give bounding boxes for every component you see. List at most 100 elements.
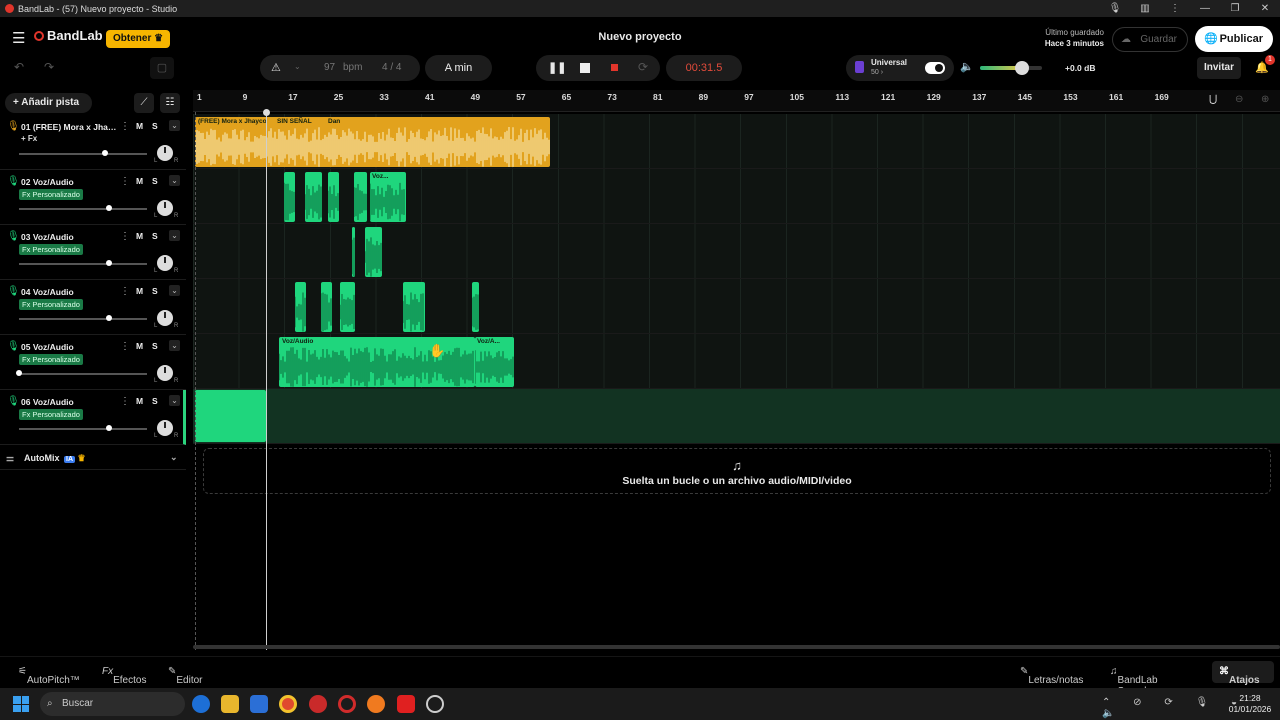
track-lane[interactable] — [193, 279, 1280, 334]
timeline-ruler[interactable]: 1 9 17 25 33 41 49 57 65 73 81 89 97 105 113 121 129 137 1… — [193, 90, 1280, 112]
track-name[interactable]: 02 Voz/Audio — [21, 177, 117, 187]
track-name[interactable]: 06 Voz/Audio — [21, 397, 117, 407]
bandlab-taskbar-icon[interactable] — [309, 695, 327, 713]
solo-button[interactable]: S — [152, 121, 158, 131]
audio-clip[interactable] — [365, 227, 382, 277]
chevron-down-icon[interactable]: ⌄ — [294, 62, 301, 71]
shortcuts-button[interactable]: ⌘ Atajos — [1212, 661, 1274, 686]
track-menu-icon[interactable]: ⋮ — [120, 121, 130, 132]
audio-clip[interactable]: Voz/A... — [475, 337, 514, 387]
track-lane[interactable]: Voz... — [193, 169, 1280, 224]
editor-button[interactable]: ✎ Editor — [168, 666, 203, 686]
audio-clip[interactable] — [328, 172, 339, 222]
solo-button[interactable]: S — [152, 231, 158, 241]
maximize-button[interactable]: ❐ — [1220, 3, 1250, 14]
effects-button[interactable]: Fx Efectos — [102, 666, 146, 686]
track-volume-slider[interactable] — [19, 425, 147, 431]
track-menu-icon[interactable]: ⋮ — [120, 341, 130, 352]
pan-knob[interactable] — [157, 310, 173, 326]
track-volume-slider[interactable] — [19, 260, 147, 266]
menu-icon[interactable]: ☰ — [12, 29, 25, 47]
fx-button[interactable]: Fx Personalizado — [19, 409, 83, 420]
fx-button[interactable]: + Fx — [21, 134, 37, 143]
track-lane[interactable] — [193, 389, 1280, 444]
mic-icon[interactable]: 🎙 — [7, 341, 20, 352]
audio-clip[interactable] — [354, 172, 367, 222]
track-volume-slider[interactable] — [19, 315, 147, 321]
track-name[interactable]: 04 Voz/Audio — [21, 287, 117, 297]
solo-button[interactable]: S — [152, 176, 158, 186]
chevron-down-icon[interactable]: ⌄ — [169, 340, 180, 351]
playhead-handle[interactable] — [263, 109, 270, 116]
track-volume-slider[interactable] — [19, 205, 147, 211]
key-selector[interactable]: A min — [425, 55, 492, 81]
solo-button[interactable]: S — [152, 396, 158, 406]
volume-knob[interactable] — [106, 315, 112, 321]
loop-icon[interactable]: ⟳ — [638, 60, 648, 74]
audio-clip[interactable] — [284, 172, 295, 222]
chevron-down-icon[interactable]: ⌄ — [169, 395, 180, 406]
volume-knob[interactable] — [16, 370, 22, 376]
mic-icon[interactable]: 🎙 — [7, 231, 20, 242]
track-lane[interactable]: Voz/Audio Voz/A... — [193, 334, 1280, 389]
firefox-icon[interactable] — [367, 695, 385, 713]
automix-row[interactable]: ⚌ AutoMix IA ♛ ⌄ — [0, 448, 186, 470]
track-menu-icon[interactable]: ⋮ — [120, 396, 130, 407]
track-header[interactable]: 🎙 03 Voz/Audio ⋮ M S ⌄ Fx Personalizado … — [0, 225, 186, 280]
mute-button[interactable]: M — [136, 231, 143, 241]
youtube-icon[interactable] — [397, 695, 415, 713]
horizontal-scrollbar[interactable] — [193, 645, 1280, 649]
speaker-icon[interactable]: 🔈 — [960, 60, 974, 73]
track-menu-icon[interactable]: ⋮ — [120, 231, 130, 242]
file-explorer-icon[interactable] — [221, 695, 239, 713]
track-menu-icon[interactable]: ⋮ — [120, 176, 130, 187]
mute-button[interactable]: M — [136, 286, 143, 296]
track-name[interactable]: 05 Voz/Audio — [21, 342, 117, 352]
chevron-down-icon[interactable]: ⌄ — [169, 285, 180, 296]
audio-clip[interactable]: (FREE) Mora x Jhayco SIN SEÑAL Dan — [195, 117, 550, 167]
playhead[interactable] — [266, 112, 267, 650]
invite-button[interactable]: Invitar — [1197, 57, 1241, 79]
zoom-out-icon[interactable]: ⊖ — [1235, 94, 1243, 105]
universal-label[interactable]: Universal — [871, 58, 907, 67]
audio-clip[interactable] — [321, 282, 332, 332]
arrangement-view[interactable]: 1 9 17 25 33 41 49 57 65 73 81 89 97 105 113 121 129 137 1… — [193, 90, 1280, 650]
undo-icon[interactable]: ↶ — [14, 60, 24, 74]
volume-knob[interactable] — [106, 425, 112, 431]
automation-icon[interactable]: ⟋ — [134, 93, 154, 113]
track-volume-slider[interactable] — [19, 150, 147, 156]
minimize-button[interactable]: — — [1190, 3, 1220, 14]
fx-button[interactable]: Fx Personalizado — [19, 244, 83, 255]
taskbar-search[interactable]: ⌕ Buscar — [40, 692, 185, 716]
mute-button[interactable]: M — [136, 396, 143, 406]
chrome-icon[interactable] — [279, 695, 297, 713]
lyrics-notes-button[interactable]: ✎ Letras/notas — [1020, 666, 1083, 686]
opera-icon[interactable] — [338, 695, 356, 713]
chevron-down-icon[interactable]: ⌄ — [169, 120, 180, 131]
audio-clip[interactable] — [403, 282, 425, 332]
obtener-button[interactable]: Obtener ♛ — [106, 30, 171, 48]
pan-knob[interactable] — [157, 145, 173, 161]
track-name[interactable]: 01 (FREE) Mora x Jhay... — [21, 122, 117, 132]
track-header[interactable]: 🎙 04 Voz/Audio ⋮ M S ⌄ Fx Personalizado … — [0, 280, 186, 335]
solo-button[interactable]: S — [152, 286, 158, 296]
track-header[interactable]: 🎙 06 Voz/Audio ⋮ M S ⌄ Fx Personalizado … — [0, 390, 186, 445]
pan-knob[interactable] — [157, 255, 173, 271]
settings-icon[interactable] — [426, 695, 444, 713]
track-menu-icon[interactable]: ⋮ — [120, 286, 130, 297]
pause-icon[interactable]: ❚❚ — [548, 61, 566, 74]
solo-button[interactable]: S — [152, 341, 158, 351]
master-volume-slider[interactable] — [980, 61, 1042, 75]
track-header[interactable]: 🎙 05 Voz/Audio ⋮ M S ⌄ Fx Personalizado … — [0, 335, 186, 390]
mic-icon[interactable]: 🎙 — [1100, 3, 1130, 14]
mic-icon[interactable]: 🎙 — [7, 176, 20, 187]
bandlab-sounds-button[interactable]: ♫ BandLab Sounds — [1110, 666, 1158, 697]
track-lane[interactable]: (FREE) Mora x Jhayco SIN SEÑAL Dan — [193, 114, 1280, 169]
project-title[interactable]: Nuevo proyecto — [560, 31, 720, 43]
volume-knob[interactable] — [106, 260, 112, 266]
mute-button[interactable]: M — [136, 341, 143, 351]
track-volume-slider[interactable] — [16, 370, 147, 376]
panel-toggle-icon[interactable]: ▢ — [150, 57, 174, 79]
track-header[interactable]: 🎙 01 (FREE) Mora x Jhay... ⋮ M S ⌄ + Fx … — [0, 115, 186, 170]
magnet-icon[interactable]: ⋃ — [1209, 94, 1217, 105]
